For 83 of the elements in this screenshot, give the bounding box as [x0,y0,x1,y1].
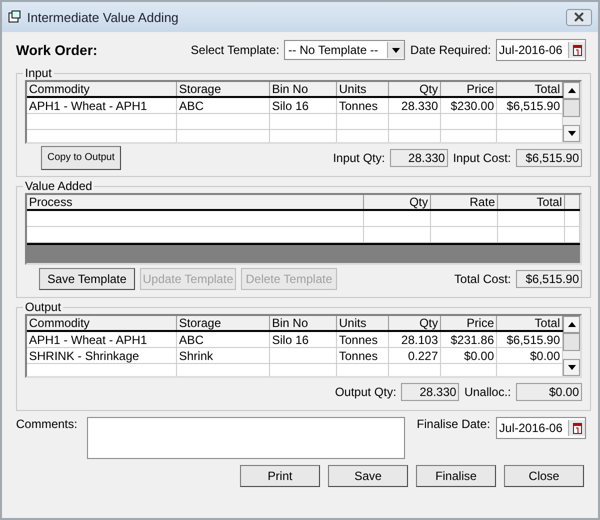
table-cell: 0.227 [389,348,441,364]
comments-field[interactable] [87,417,405,459]
column-header[interactable]: Bin No [270,82,337,96]
table-cell: Tonnes [337,98,389,114]
table-cell: Silo 16 [270,98,337,114]
column-header[interactable]: Total [498,195,565,209]
table-cell [270,114,337,130]
total-cost-label: Total Cost: [454,272,511,286]
table-cell: Silo 16 [270,332,337,348]
column-header[interactable]: Storage [177,316,270,330]
scrollbar[interactable] [563,82,580,142]
down-arrow-icon [568,365,576,370]
column-header[interactable]: Storage [177,82,270,96]
table-cell: Shrink [177,348,270,364]
finalise-date-field[interactable]: Jul-2016-06 [496,417,586,439]
finalise-date-label: Finalise Date: [416,417,490,431]
app-icon [8,10,22,24]
input-qty-label: Input Qty: [332,151,385,165]
table-cell: $0.00 [441,348,497,364]
input-cost-field: $6,515.90 [516,149,582,167]
table-cell: APH1 - Wheat - APH1 [27,332,177,348]
table-cell: APH1 - Wheat - APH1 [27,98,177,114]
column-header[interactable]: Price [441,82,497,96]
table-cell: 28.330 [389,98,441,114]
finalise-button[interactable]: Finalise [416,465,496,487]
close-icon [574,12,584,22]
table-cell [270,348,337,364]
column-header[interactable]: Process [27,195,364,209]
up-arrow-icon [568,88,576,93]
table-cell: $231.86 [441,332,497,348]
close-button[interactable]: Close [504,465,584,487]
work-order-label: Work Order: [16,42,98,58]
column-header[interactable]: Rate [431,195,498,209]
table-cell: 28.103 [389,332,441,348]
dropdown-arrow-icon [392,48,400,52]
column-header[interactable]: Units [337,82,389,96]
print-button[interactable]: Print [240,465,320,487]
group-title: Output [24,300,62,314]
column-header[interactable]: Bin No [270,316,337,330]
table-cell [389,114,441,130]
date-required-label: Date Required: [410,43,491,57]
table-cell [441,114,497,130]
column-header[interactable]: Qty [364,195,431,209]
column-header[interactable]: Commodity [27,316,177,330]
input-qty-field: 28.330 [390,149,448,167]
output-qty-field: 28.330 [401,383,460,401]
window-title: Intermediate Value Adding [27,10,180,24]
column-header[interactable]: Price [441,316,497,330]
table-cell [498,211,565,227]
table-cell [431,211,498,227]
table-cell [565,211,580,227]
input-cost-label: Input Cost: [452,151,511,165]
table-cell: SHRINK - Shrinkage [27,348,177,364]
template-dropdown[interactable]: -- No Template -- [284,40,406,60]
save-template-button[interactable]: Save Template [39,268,135,290]
scrollbar[interactable] [563,316,580,376]
template-label: Select Template: [190,43,280,57]
unalloc-field: $0.00 [516,383,582,401]
comments-label: Comments: [16,417,78,431]
date-required-field[interactable]: Jul-2016-06 [496,39,586,61]
total-cost-field: $6,515.90 [516,270,582,288]
table-cell [364,211,431,227]
up-arrow-icon [568,322,576,327]
unalloc-label: Unalloc.: [464,385,511,399]
group-title: Input [24,66,53,80]
column-header[interactable]: Commodity [27,82,177,96]
save-button[interactable]: Save [328,465,408,487]
column-header[interactable]: Units [337,316,389,330]
table-cell [337,114,389,130]
output-qty-label: Output Qty: [334,385,396,399]
table-cell: Tonnes [337,332,389,348]
calendar-icon [572,44,582,56]
table-cell: Tonnes [337,348,389,364]
down-arrow-icon [568,131,576,136]
table-cell: $230.00 [441,98,497,114]
column-header[interactable]: Qty [389,316,441,330]
close-button[interactable] [566,8,592,26]
copy-to-output-button[interactable]: Copy to Output [41,146,121,170]
table-cell: ABC [177,332,270,348]
column-header[interactable]: Qty [389,82,441,96]
group-title: Value Added [24,179,94,193]
table-cell: ABC [177,98,270,114]
calendar-icon [572,422,582,434]
